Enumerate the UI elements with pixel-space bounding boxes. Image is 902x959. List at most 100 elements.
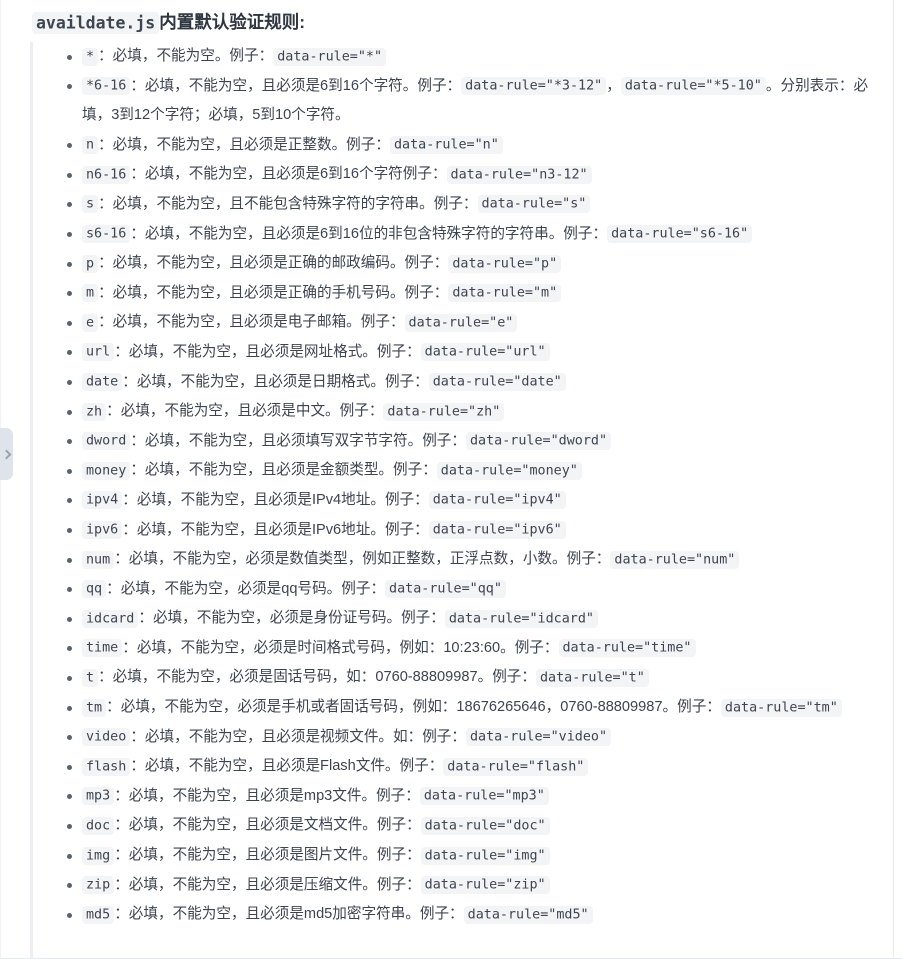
rule-list-item: dword ：必填，不能为空，且必须填写双字节字符。例子： data-rule="d… <box>0 427 893 457</box>
page-title-code: availdate.js <box>32 11 160 34</box>
rule-code-token: data-rule="dword" <box>465 432 612 451</box>
rule-code-token: data-rule="idcard" <box>444 609 598 628</box>
rule-description-text: ：必填，不能为空，必须是数值类型，例如正整数，正浮点数，小数。例子： <box>114 551 611 568</box>
rule-code-token: data-rule="*5-10" <box>620 77 766 96</box>
rule-code-token: doc <box>82 816 115 835</box>
rule-code-token: money <box>82 461 131 480</box>
rule-description-text: ：必填，不能为空，且必须是6到16个字符例子： <box>130 166 447 183</box>
rule-list-item: tm ：必填，不能为空，必须是手机或者固话号码，例如：18676265646，07… <box>0 693 893 723</box>
rule-list-item: num ：必填，不能为空，必须是数值类型，例如正整数，正浮点数，小数。例子： dat… <box>0 545 893 575</box>
rule-description-text: ：必填，不能为空，且必须是IPv6地址。例子： <box>122 521 429 538</box>
rule-description-text: ：必填，不能为空，且必须是金额类型。例子： <box>130 462 437 479</box>
rule-description-text: ：必填，不能为空，且必须是视频文件。如：例子： <box>130 728 466 745</box>
rule-list-item: * ：必填，不能为空。例子： data-rule="*" <box>0 42 893 72</box>
rule-code-token: *6-16 <box>82 77 131 96</box>
rule-description-text: ：必填，不能为空，且必须填写双字节字符。例子： <box>130 432 466 449</box>
rule-code-token: n <box>82 136 99 155</box>
page-title-text: 内置默认验证规则: <box>159 12 306 32</box>
rule-description-text: ：必填，不能为空。例子： <box>98 48 274 64</box>
rule-list-item: e ：必填，不能为空，且必须是电子邮箱。例子： data-rule="e" <box>0 308 893 338</box>
rule-list-item: t ：必填，不能为空，必须是固话号码，如：0760-88809987。例子： dat… <box>0 663 893 693</box>
rule-code-token: data-rule="time" <box>558 639 696 658</box>
rule-code-token: data-rule="*3-12" <box>461 77 607 96</box>
rule-description-text: ：必填，不能为空，且必须是正整数。例子： <box>98 136 390 153</box>
rule-code-token: data-rule="e" <box>404 313 518 332</box>
rule-list-item: mp3 ：必填，不能为空，且必须是mp3文件。例子： data-rule="mp3" <box>0 782 893 812</box>
rule-code-token: video <box>82 728 131 747</box>
rule-list-item: ipv4 ：必填，不能为空，且必须是IPv4地址。例子： data-rule="ip… <box>0 486 893 516</box>
rule-code-token: data-rule="s6-16" <box>607 225 753 244</box>
rule-description-text: ：必填，不能为空，且必须是正确的邮政编码。例子： <box>98 255 449 272</box>
rule-code-token: m <box>82 284 99 303</box>
rule-list-item: url ：必填，不能为空，且必须是网址格式。例子： data-rule="url" <box>0 338 893 368</box>
document-content: availdate.js 内置默认验证规则: * ：必填，不能为空。例子： data-… <box>0 0 893 959</box>
rule-code-token: s <box>82 195 99 214</box>
rule-code-token: num <box>82 550 115 569</box>
rule-code-token: ipv6 <box>82 521 123 539</box>
rule-description-text: ：必填，不能为空，且必须是Flash文件。例子： <box>130 758 444 775</box>
rule-code-token: qq <box>82 580 107 599</box>
rule-list-item: date ：必填，不能为空，且必须是日期格式。例子： data-rule="date… <box>0 368 893 398</box>
rule-list-item: md5 ：必填，不能为空，且必须是md5加密字符串。例子： data-rule="m… <box>0 900 893 930</box>
rule-list-item: flash ：必填，不能为空，且必须是Flash文件。例子： data-rule="… <box>0 752 893 782</box>
rule-code-token: date <box>82 373 123 392</box>
rule-code-token: mp3 <box>82 787 115 806</box>
rule-description-text: ：必填，不能为空，且必须是电子邮箱。例子： <box>98 314 405 331</box>
rule-code-token: data-rule="flash" <box>443 757 589 776</box>
rule-description-text: ：必填，不能为空，且不能包含特殊字符的字符串。例子： <box>98 195 478 212</box>
rule-description-text: ：必填，不能为空，必须是手机或者固话号码，例如：18676265646，0760… <box>106 699 721 716</box>
rule-list-item: qq ：必填，不能为空，必须是qq号码。例子： data-rule="qq" <box>0 575 893 605</box>
rule-list-item: n6-16 ：必填，不能为空，且必须是6到16个字符例子： data-rule="n… <box>0 160 893 190</box>
rule-list-item: video ：必填，不能为空，且必须是视频文件。如：例子： data-rule="v… <box>0 723 893 753</box>
rule-code-token: img <box>82 846 115 865</box>
rule-code-token: idcard <box>82 609 139 628</box>
rule-description-text: ：必填，不能为空，必须是身份证号码。例子： <box>138 610 445 627</box>
rule-code-token: data-rule="ipv6" <box>428 521 566 539</box>
rule-description-text: ：必填，不能为空，必须是qq号码。例子： <box>106 580 386 597</box>
rule-code-token: data-rule="*" <box>273 47 387 66</box>
rule-code-token: zh <box>82 402 107 421</box>
rule-code-token: data-rule="qq" <box>385 580 506 599</box>
rule-description-text: ：必填，不能为空，且必须是中文。例子： <box>106 403 384 420</box>
rule-description-text: ：必填，不能为空，必须是时间格式号码，例如：10:23:60。例子： <box>122 639 559 656</box>
rule-list-item: zip ：必填，不能为空，且必须是压缩文件。例子： data-rule="zip" <box>0 871 893 901</box>
page-root: availdate.js 内置默认验证规则: * ：必填，不能为空。例子： data-… <box>0 0 902 959</box>
rules-section: * ：必填，不能为空。例子： data-rule="*" *6-16 ：必填，不能为空，… <box>0 42 893 959</box>
rule-list-item: p ：必填，不能为空，且必须是正确的邮政编码。例子： data-rule="p" <box>0 249 893 279</box>
validation-rules-list: * ：必填，不能为空。例子： data-rule="*" *6-16 ：必填，不能为空，… <box>0 42 893 930</box>
rule-description-text: ：必填，不能为空，且必须是md5加密字符串。例子： <box>114 906 464 923</box>
rule-description-text: ：必填，不能为空，必须是固话号码，如：0760-88809987。例子： <box>98 669 536 686</box>
rule-description-text: ：必填，不能为空，且必须是正确的手机号码。例子： <box>98 284 449 301</box>
content-right-divider <box>893 0 894 959</box>
rule-code-token: url <box>82 343 115 362</box>
rule-list-item: m ：必填，不能为空，且必须是正确的手机号码。例子： data-rule="m" <box>0 279 893 309</box>
rule-description-text: ：必填，不能为空，且必须是6到16个字符。例子： <box>130 77 462 94</box>
rule-code-token: data-rule="n" <box>389 136 503 155</box>
rule-list-item: money ：必填，不能为空，且必须是金额类型。例子： data-rule="mon… <box>0 456 893 486</box>
rule-code-token: * <box>82 47 99 66</box>
rule-code-token: data-rule="n3-12" <box>446 165 592 184</box>
rule-list-item: doc ：必填，不能为空，且必须是文档文件。例子： data-rule="doc" <box>0 811 893 841</box>
rule-code-token: data-rule="date" <box>428 373 566 392</box>
rule-code-token: data-rule="md5" <box>463 905 593 924</box>
rule-description-text: ：必填，不能为空，且必须是文档文件。例子： <box>114 817 421 834</box>
rule-code-token: data-rule="video" <box>465 728 612 747</box>
rule-code-token: data-rule="money" <box>436 461 582 480</box>
rule-code-token: data-rule="mp3" <box>419 787 549 806</box>
rule-list-item: *6-16 ：必填，不能为空，且必须是6到16个字符。例子： data-rule="… <box>0 72 893 131</box>
rule-code-token: data-rule="tm" <box>720 698 842 717</box>
rule-list-item: zh ：必填，不能为空，且必须是中文。例子： data-rule="zh" <box>0 397 893 427</box>
rule-code-token: data-rule="url" <box>420 343 550 362</box>
rule-list-item: s6-16 ：必填，不能为空，且必须是6到16位的非包含特殊字符的字符串。例子： d… <box>0 220 893 250</box>
rule-code-token: data-rule="m" <box>448 284 562 303</box>
rule-code-token: n6-16 <box>82 165 131 184</box>
rule-description-text: ：必填，不能为空，且必须是压缩文件。例子： <box>114 876 421 893</box>
rule-code-token: data-rule="s" <box>477 195 591 214</box>
rule-list-item: img ：必填，不能为空，且必须是图片文件。例子： data-rule="img" <box>0 841 893 871</box>
rule-description-text: ：必填，不能为空，且必须是mp3文件。例子： <box>114 787 420 804</box>
rule-list-item: idcard ：必填，不能为空，必须是身份证号码。例子： data-rule="id… <box>0 604 893 634</box>
rule-code-token: data-rule="p" <box>448 254 562 273</box>
rule-code-token: data-rule="ipv4" <box>428 491 566 510</box>
rule-description-text: ：必填，不能为空，且必须是IPv4地址。例子： <box>122 491 429 508</box>
rule-code-token: md5 <box>82 905 115 924</box>
